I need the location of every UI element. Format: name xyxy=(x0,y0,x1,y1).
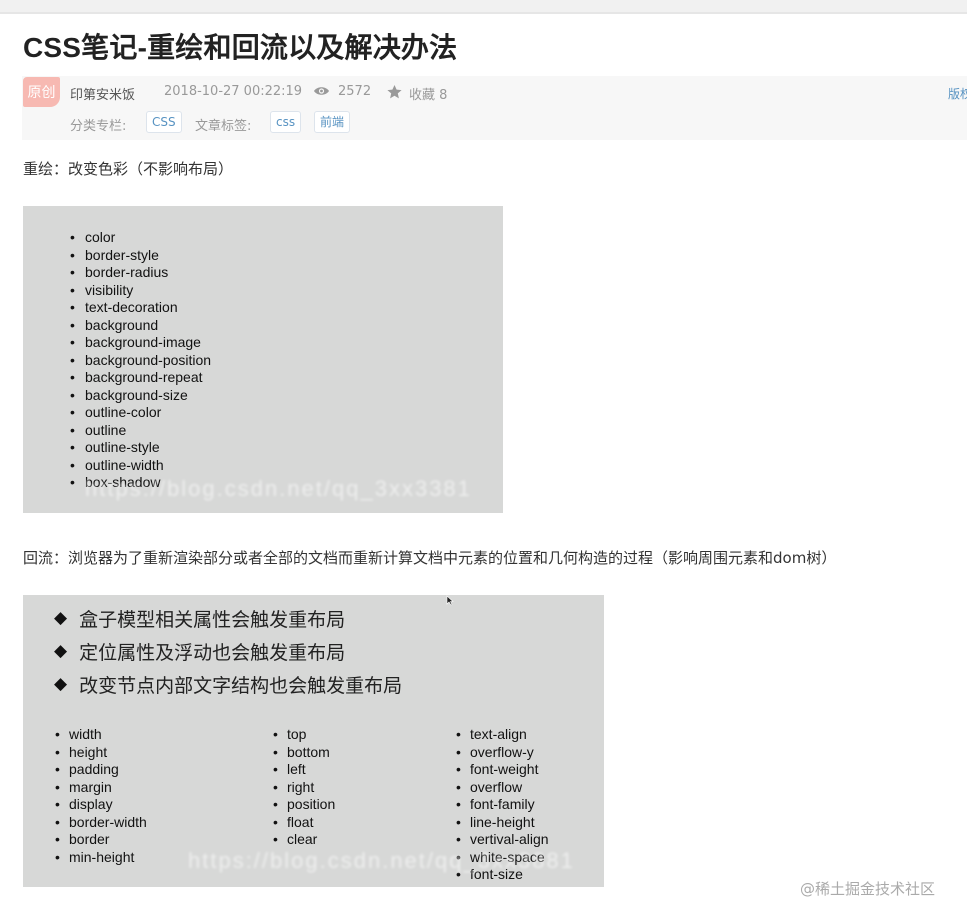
site-watermark: @稀土掘金技术社区 xyxy=(800,880,936,898)
list-item: • vertival-align xyxy=(456,831,549,847)
mouse-cursor-icon xyxy=(446,595,454,606)
list-item: • overflow xyxy=(456,778,523,795)
category-tag-css[interactable]: CSS xyxy=(146,111,182,133)
list-item: • text-align xyxy=(456,726,527,742)
list-item: • line-height xyxy=(456,813,535,830)
list-item: • border-radius xyxy=(70,264,169,280)
list-item: • border-width xyxy=(55,813,147,830)
list-item: • left xyxy=(273,761,306,777)
list-item: • width xyxy=(55,726,102,742)
reflow-point: ◆ 定位属性及浮动也会触发重布局 xyxy=(54,641,346,664)
article-title: CSS笔记-重绘和回流以及解决办法 xyxy=(23,32,458,63)
list-item: • background xyxy=(70,316,159,333)
list-item: • font-weight xyxy=(456,761,539,777)
list-item: • position xyxy=(273,796,336,812)
list-item: • display xyxy=(55,796,113,812)
repaint-properties-image: • color • border-style • border-radius • vis… xyxy=(23,206,503,513)
list-item: • border xyxy=(55,831,110,847)
reflow-column-position: • top • bottom • left • right • position • flo… xyxy=(273,726,335,849)
list-item: • outline-style xyxy=(70,439,160,455)
eye-icon xyxy=(314,87,329,95)
repaint-property-list: • color • border-style • border-radius • vis… xyxy=(70,229,211,492)
view-count: 2572 xyxy=(338,84,372,99)
tags-label: 文章标签: xyxy=(195,119,252,134)
reflow-point: ◆ 改变节点内部文字结构也会触发重布局 xyxy=(54,674,403,697)
list-item: • margin xyxy=(55,778,112,795)
author-link[interactable]: 印第安米饭 xyxy=(70,84,135,103)
list-item: • border-style xyxy=(70,246,159,263)
list-item: • outline-color xyxy=(70,404,162,420)
list-item: • background-position xyxy=(70,351,212,368)
list-item: • padding xyxy=(55,761,119,777)
list-item: • overflow-y xyxy=(456,743,534,760)
image-watermark: https://blog.csdn.net/qq_3xx3381 xyxy=(85,476,472,501)
list-item: • bottom xyxy=(273,743,330,760)
list-item: • text-decoration xyxy=(70,299,178,315)
list-item: • outline-width xyxy=(70,456,164,473)
category-label: 分类专栏: xyxy=(70,119,127,134)
tag-css[interactable]: css xyxy=(270,111,302,133)
reflow-properties-image: ◆ 盒子模型相关属性会触发重布局 ◆ 定位属性及浮动也会触发重布局 ◆ 改变节点内部文… xyxy=(23,595,604,887)
list-item: • float xyxy=(273,813,314,830)
list-item: • top xyxy=(273,726,307,742)
list-item: • outline xyxy=(70,421,127,438)
list-item: • height xyxy=(55,743,108,760)
list-item: • background-image xyxy=(70,334,201,350)
article-meta-bar: 原创 印第安米饭 2018-10-27 00:22:19 2572 收藏 8 版… xyxy=(22,76,967,140)
reflow-point: ◆ 盒子模型相关属性会触发重布局 xyxy=(54,608,346,631)
repaint-paragraph: 重绘：改变色彩（不影响布局） xyxy=(23,160,234,178)
list-item: • font-family xyxy=(456,796,535,812)
copyright-link[interactable]: 版权 xyxy=(948,85,967,102)
list-item: • background-repeat xyxy=(70,369,203,385)
list-item: • min-height xyxy=(55,848,135,865)
list-item: • visibility xyxy=(70,281,134,298)
reflow-paragraph: 回流：浏览器为了重新渲染部分或者全部的文档而重新计算文档中元素的位置和几何构造的… xyxy=(23,549,837,567)
list-item: • clear xyxy=(273,831,318,847)
original-badge: 原创 xyxy=(23,77,60,107)
star-icon[interactable] xyxy=(386,84,403,100)
list-item: • color xyxy=(70,229,116,245)
favorite-button[interactable]: 收藏 8 xyxy=(409,84,447,103)
publish-date: 2018-10-27 00:22:19 xyxy=(164,84,303,99)
reflow-column-box: • width • height • padding • margin • display… xyxy=(55,726,147,866)
tag-frontend[interactable]: 前端 xyxy=(314,111,351,133)
top-divider xyxy=(0,12,967,14)
list-item: • background-size xyxy=(70,386,188,403)
list-item: • right xyxy=(273,778,315,795)
image-watermark: https://blog.csdn.net/qq_3xx3881 xyxy=(188,848,575,873)
browser-top-strip xyxy=(0,0,967,12)
